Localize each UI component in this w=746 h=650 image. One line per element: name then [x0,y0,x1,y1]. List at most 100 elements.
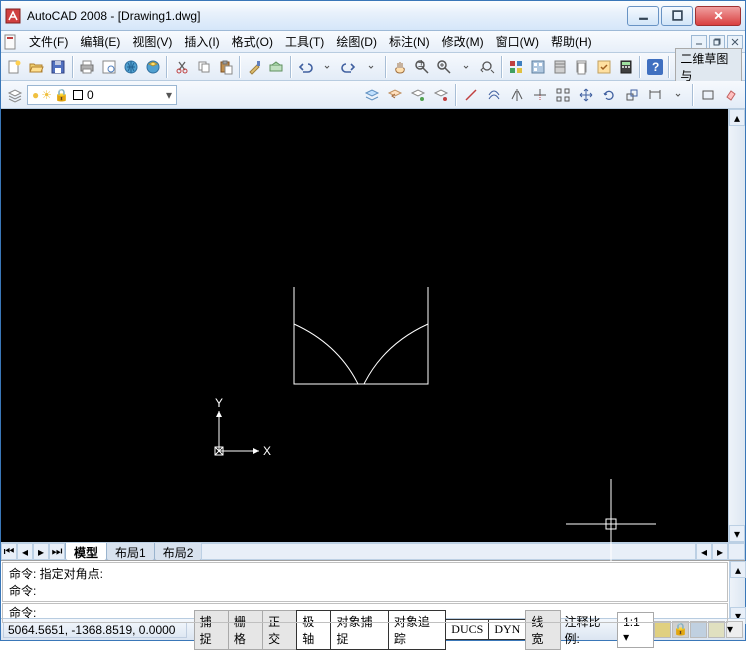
matchprop-button[interactable] [244,56,265,78]
layerprops-button[interactable] [4,84,26,106]
vertical-scrollbar[interactable]: ▴ ▾ [728,109,745,542]
toolbar-sep [639,56,641,78]
drawing-canvas[interactable]: X Y [1,109,728,542]
properties-button[interactable] [506,56,527,78]
undo-button[interactable] [295,56,316,78]
command-history-line: 命令: [9,582,721,599]
tab-model[interactable]: 模型 [65,543,107,561]
color-icon [73,90,83,100]
app-title: AutoCAD 2008 - [Drawing1.dwg] [27,9,627,23]
array-button[interactable] [552,84,574,106]
copy-button[interactable] [193,56,214,78]
mdi-minimize[interactable] [691,35,707,49]
menu-format[interactable]: 格式(O) [226,31,279,52]
mdi-close[interactable] [727,35,743,49]
chevron-down-icon: ▾ [166,88,172,102]
tab-first-button[interactable]: ⏮ [1,543,17,560]
offset-button[interactable] [483,84,505,106]
tab-layout1[interactable]: 布局1 [106,543,155,561]
crosshair-cursor [566,479,656,569]
layerstate-button[interactable] [361,84,383,106]
designcenter-button[interactable] [528,56,549,78]
layer-combo[interactable]: ● ☀ 🔒 0 ▾ [27,85,177,105]
publish-button[interactable] [121,56,142,78]
calculator-button[interactable] [616,56,637,78]
print-button[interactable] [77,56,98,78]
cut-button[interactable] [171,56,192,78]
menu-tools[interactable]: 工具(T) [279,31,330,52]
trim-button[interactable] [529,84,551,106]
scroll-left-button[interactable]: ◂ [696,543,712,560]
menu-modify[interactable]: 修改(M) [436,31,490,52]
mirror-button[interactable] [506,84,528,106]
rotate-button[interactable] [598,84,620,106]
menu-draw[interactable]: 绘图(D) [330,31,383,52]
drawn-geometry [291,284,431,389]
line-button[interactable] [460,84,482,106]
scroll-up-button[interactable]: ▴ [729,109,745,126]
sheetset-button[interactable] [572,56,593,78]
markup-button[interactable] [594,56,615,78]
blockeditor-button[interactable] [266,56,287,78]
redo-dropdown[interactable] [361,56,382,78]
open-button[interactable] [26,56,47,78]
app-icon [5,8,21,24]
tab-next-button[interactable]: ▸ [33,543,49,560]
zoom-dropdown[interactable] [455,56,476,78]
svg-text:?: ? [652,60,659,74]
erase-button[interactable] [720,84,742,106]
menu-file[interactable]: 文件(F) [23,31,74,52]
layers-toolbar: ● ☀ 🔒 0 ▾ [1,81,745,109]
layerprev-button[interactable] [384,84,406,106]
ucs-icon: X Y [213,397,273,457]
plot-preview-button[interactable] [99,56,120,78]
zoom-realtime-button[interactable]: ± [411,56,432,78]
new-button[interactable] [4,56,25,78]
toolbar-sep [72,56,74,78]
close-button[interactable] [695,6,741,26]
titlebar: AutoCAD 2008 - [Drawing1.dwg] [1,1,745,31]
menu-view[interactable]: 视图(V) [126,31,178,52]
menu-dim[interactable]: 标注(N) [383,31,436,52]
move-button[interactable] [575,84,597,106]
scale-button[interactable] [621,84,643,106]
tab-prev-button[interactable]: ◂ [17,543,33,560]
layeriso-button[interactable] [407,84,429,106]
toolpalettes-button[interactable] [550,56,571,78]
menubar: 文件(F) 编辑(E) 视图(V) 插入(I) 格式(O) 工具(T) 绘图(D… [1,31,745,53]
zoom-window-button[interactable] [433,56,454,78]
zoom-previous-button[interactable] [477,56,498,78]
3ddwf-button[interactable] [142,56,163,78]
save-button[interactable] [48,56,69,78]
paste-button[interactable] [215,56,236,78]
tab-last-button[interactable]: ⏭ [49,543,65,560]
undo-dropdown[interactable] [317,56,338,78]
maximize-button[interactable] [661,6,693,26]
command-line[interactable]: 命令: [2,603,728,623]
mdi-buttons [691,35,743,49]
command-history[interactable]: 命令: 指定对角点: 命令: [2,562,728,602]
scroll-down-button[interactable]: ▾ [729,525,745,542]
menu-window[interactable]: 窗口(W) [490,31,545,52]
standard-toolbar: ± ? 二维草图与 [1,53,745,81]
rectangle-button[interactable] [697,84,719,106]
scroll-right-button[interactable]: ▸ [712,543,728,560]
menu-edit[interactable]: 编辑(E) [74,31,126,52]
command-scrollbar[interactable]: ▴ ▾ [729,561,745,624]
menu-insert[interactable]: 插入(I) [178,31,225,52]
dim-linear-button[interactable] [644,84,666,106]
redo-button[interactable] [339,56,360,78]
toolbar-sep [692,84,694,106]
pan-button[interactable] [390,56,411,78]
help-button[interactable]: ? [644,56,665,78]
layeruniso-button[interactable] [430,84,452,106]
menu-help[interactable]: 帮助(H) [545,31,598,52]
cmd-scroll-up[interactable]: ▴ [730,561,746,578]
toolbar-sep [385,56,387,78]
dim-dropdown[interactable] [667,84,689,106]
tab-layout2[interactable]: 布局2 [154,543,203,561]
layout-tabs: 模型 布局1 布局2 [65,543,201,561]
workspace-label[interactable]: 二维草图与 [675,48,742,86]
minimize-button[interactable] [627,6,659,26]
mdi-restore[interactable] [709,35,725,49]
